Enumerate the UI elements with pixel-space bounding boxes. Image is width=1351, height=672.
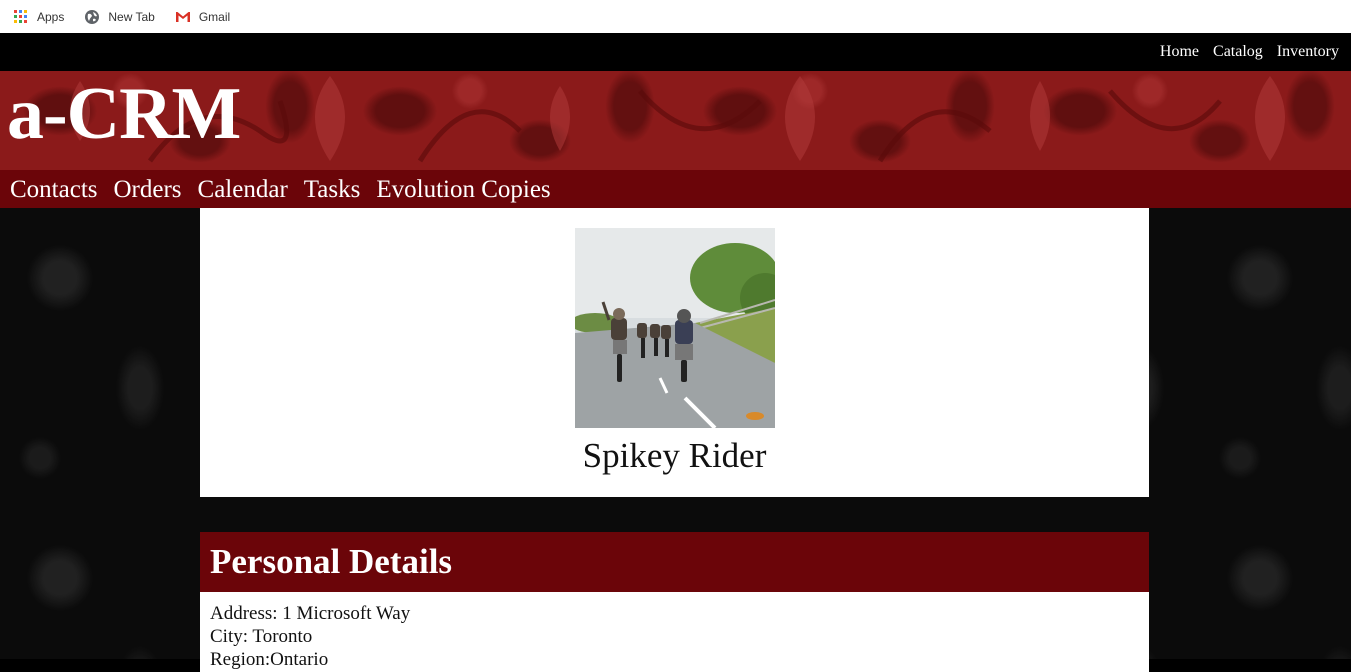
personal-details-header: Personal Details: [200, 532, 1149, 592]
personal-details-heading: Personal Details: [210, 542, 453, 581]
detail-address: Address: 1 Microsoft Way: [210, 603, 411, 624]
detail-region: Region:Ontario: [210, 649, 329, 670]
bookmark-apps[interactable]: Apps: [14, 10, 64, 24]
site-logo[interactable]: a-CRM: [7, 77, 241, 151]
gmail-icon: [175, 11, 190, 22]
bookmark-apps-label: Apps: [37, 9, 65, 24]
top-nav-catalog[interactable]: Catalog: [1213, 43, 1263, 61]
bookmark-new-tab[interactable]: New Tab: [84, 9, 155, 25]
main-nav-contacts[interactable]: Contacts: [10, 177, 98, 202]
bookmarks-bar: Apps New Tab Gmail: [0, 0, 1351, 33]
top-nav: Home Catalog Inventory: [0, 33, 1351, 71]
detail-city: City: Toronto: [210, 626, 313, 647]
bookmark-new-tab-label: New Tab: [108, 9, 155, 24]
site-banner: a-CRM: [0, 71, 1351, 170]
motorcycle-riders-photo: [575, 228, 775, 428]
globe-icon: [85, 9, 100, 24]
bookmark-gmail-label: Gmail: [198, 9, 231, 24]
main-nav-orders[interactable]: Orders: [114, 177, 182, 202]
profile-name: Spikey Rider: [582, 436, 767, 475]
personal-details-body: Address: 1 Microsoft Way City: Toronto R…: [200, 592, 1149, 672]
main-nav-evolution-copies[interactable]: Evolution Copies: [376, 177, 550, 202]
bookmark-gmail[interactable]: Gmail: [175, 9, 230, 25]
top-nav-inventory[interactable]: Inventory: [1277, 43, 1339, 61]
main-nav: Contacts Orders Calendar Tasks Evolution…: [0, 170, 1351, 208]
profile-photo: [575, 228, 775, 428]
apps-grid-icon: [14, 10, 27, 23]
top-nav-home[interactable]: Home: [1160, 43, 1199, 61]
main-nav-tasks[interactable]: Tasks: [304, 177, 361, 202]
profile-card: Spikey Rider: [200, 208, 1149, 497]
main-nav-calendar[interactable]: Calendar: [198, 177, 288, 202]
